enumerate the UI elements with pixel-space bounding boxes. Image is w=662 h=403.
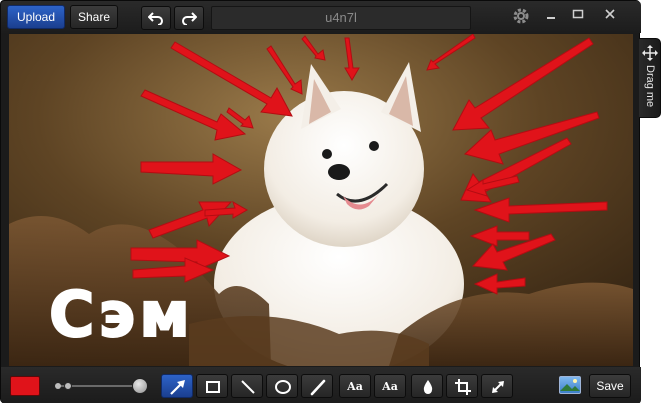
minimize-icon	[547, 17, 555, 19]
arrow-tool[interactable]	[161, 374, 193, 398]
drag-handle-label: Drag me	[644, 65, 656, 108]
text-tool-label: Aa	[347, 380, 363, 393]
move-icon	[642, 45, 658, 61]
dog-eye-left	[322, 149, 332, 159]
size-slider-thumb[interactable]	[132, 378, 148, 394]
save-button[interactable]: Save	[589, 374, 631, 398]
dog-eye-right	[369, 141, 379, 151]
text-outline-tool-label: Aa	[382, 380, 398, 393]
upload-button[interactable]: Upload	[7, 5, 65, 29]
line-icon	[241, 380, 255, 394]
drop-icon	[423, 380, 433, 394]
redo-button[interactable]	[174, 6, 204, 30]
annotation-text[interactable]: Сэм	[48, 279, 194, 351]
undo-icon	[147, 12, 163, 26]
undo-button[interactable]	[141, 6, 171, 30]
close-icon	[605, 9, 615, 19]
resize-tool[interactable]	[481, 374, 513, 398]
image-icon[interactable]	[559, 376, 581, 394]
pen-icon	[310, 379, 326, 396]
crop-icon	[455, 379, 471, 395]
ellipse-icon	[275, 380, 291, 394]
expand-icon	[492, 381, 504, 393]
text-tool[interactable]: Aa	[339, 374, 371, 398]
arrow-icon	[170, 380, 185, 395]
redo-icon	[182, 12, 198, 26]
settings-button[interactable]	[509, 6, 533, 26]
app-window: Upload Share u4n7l Сэм Aa Aa Save	[0, 0, 641, 403]
share-button[interactable]: Share	[70, 5, 118, 29]
dog-nose	[328, 164, 350, 180]
ellipse-tool[interactable]	[266, 374, 298, 398]
image-canvas[interactable]: Сэм	[9, 34, 633, 366]
text-outline-tool[interactable]: Aa	[374, 374, 406, 398]
close-button[interactable]	[598, 6, 622, 26]
rectangle-tool[interactable]	[196, 374, 228, 398]
maximize-icon	[572, 9, 584, 19]
drag-handle[interactable]: Drag me	[639, 38, 661, 118]
color-picker[interactable]	[10, 376, 40, 396]
bottom-toolbar: Aa Aa Save	[1, 367, 641, 403]
size-slider-min	[55, 383, 61, 389]
crop-tool[interactable]	[446, 374, 478, 398]
minimize-button[interactable]	[539, 6, 563, 26]
rectangle-icon	[206, 381, 220, 393]
settings-icon	[513, 8, 529, 24]
blur-tool[interactable]	[411, 374, 443, 398]
pen-tool[interactable]	[301, 374, 333, 398]
title-field[interactable]: u4n7l	[211, 6, 471, 30]
top-toolbar: Upload Share u4n7l	[1, 1, 641, 33]
maximize-button[interactable]	[566, 6, 590, 26]
line-tool[interactable]	[231, 374, 263, 398]
size-slider-mark	[64, 382, 72, 390]
